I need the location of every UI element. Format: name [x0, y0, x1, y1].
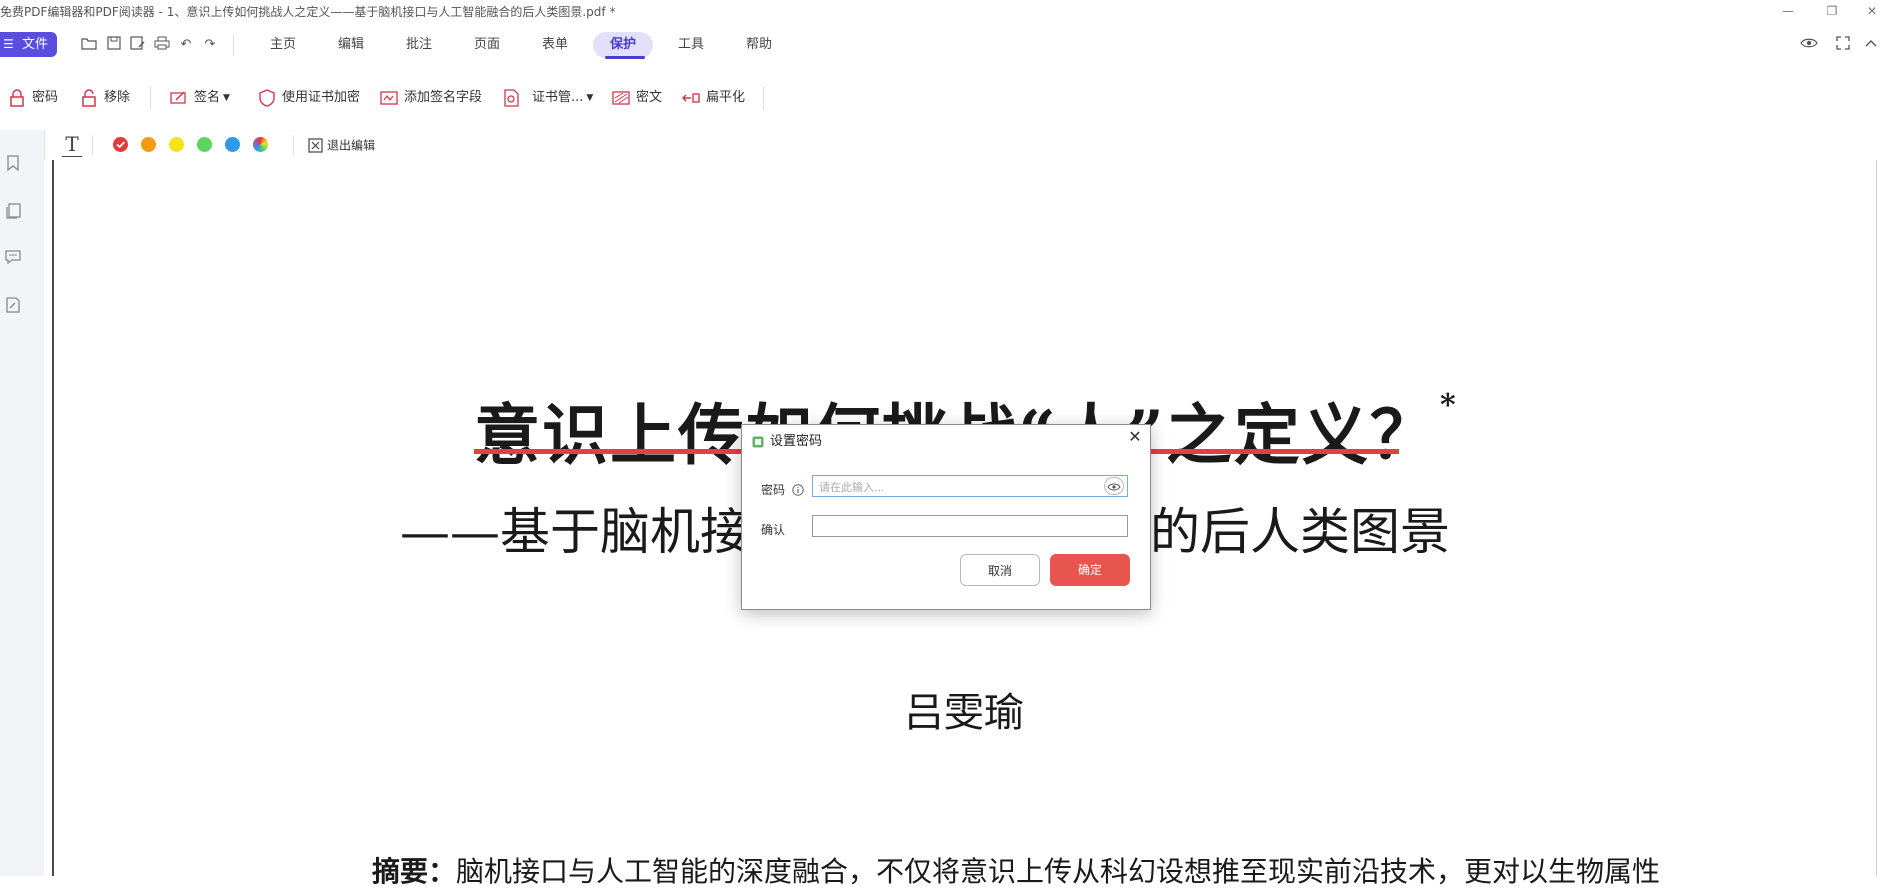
page-edge — [52, 160, 54, 876]
unlock-icon — [82, 89, 96, 107]
print-icon[interactable] — [153, 36, 171, 54]
exit-edit-label: 退出编辑 — [327, 138, 376, 153]
color-picker-icon[interactable] — [253, 137, 268, 152]
active-tab-indicator — [605, 56, 645, 59]
redo-icon[interactable]: ↷ — [201, 36, 219, 54]
collapse-ribbon-icon[interactable] — [1862, 36, 1880, 54]
toolbar-divider — [150, 86, 151, 110]
thumbnails-icon[interactable] — [4, 202, 24, 222]
confirm-field-label: 确认 — [761, 523, 786, 537]
undo-icon[interactable]: ↶ — [177, 36, 195, 54]
dropdown-arrow-icon: ▼ — [586, 93, 594, 103]
remove-security-button[interactable]: 移除 — [80, 88, 130, 108]
cert-manage-button[interactable]: 证书管... ▼ — [502, 88, 593, 108]
sign-label: 签名 — [194, 90, 221, 105]
open-folder-icon[interactable] — [80, 36, 98, 54]
sign-button[interactable]: 签名 ▼ — [170, 88, 230, 108]
color-red-dot[interactable] — [113, 137, 128, 152]
add-sign-field-label: 添加签名字段 — [404, 90, 483, 105]
file-menu-label: 文件 — [22, 37, 49, 52]
password-input-box[interactable] — [812, 475, 1128, 498]
signbar-divider — [92, 135, 93, 155]
cert-encrypt-label: 使用证书加密 — [282, 90, 361, 105]
flatten-label: 扁平化 — [706, 90, 746, 105]
redact-label: 密文 — [636, 90, 663, 105]
tab-edit[interactable]: 编辑 — [332, 32, 370, 58]
protect-toolbar: 密码 移除 签名 ▼ 使用证书加密 添加签名字段 证书管... ▼ 密文 扁平化 — [0, 64, 1880, 131]
tab-page[interactable]: 页面 — [468, 32, 506, 58]
window-title: 免费PDF编辑器和PDF阅读器 - 1、意识上传如何挑战人之定义——基于脑机接口… — [0, 5, 616, 19]
ok-button[interactable]: 确定 — [1050, 554, 1130, 586]
color-yellow-dot[interactable] — [169, 137, 184, 152]
menu-divider — [233, 34, 234, 56]
tab-help[interactable]: 帮助 — [740, 32, 778, 58]
color-blue-dot[interactable] — [225, 137, 240, 152]
confirm-password-input[interactable] — [817, 517, 1121, 537]
tab-tools[interactable]: 工具 — [672, 32, 710, 58]
abstract-text: 脑机接口与人工智能的深度融合，不仅将意识上传从科幻设想推至现实前沿技术，更对以生… — [456, 855, 1661, 888]
shield-icon — [259, 89, 275, 107]
fullscreen-icon[interactable] — [1834, 36, 1852, 54]
dialog-app-icon — [752, 433, 764, 448]
file-menu-button[interactable]: ☰ 文件 — [0, 32, 57, 57]
remove-label: 移除 — [104, 90, 131, 105]
signbar-divider — [293, 135, 294, 155]
color-green-dot[interactable] — [197, 137, 212, 152]
minimize-icon[interactable]: — — [1776, 2, 1800, 20]
read-mode-icon[interactable] — [1800, 36, 1818, 54]
title-bar: 免费PDF编辑器和PDF阅读器 - 1、意识上传如何挑战人之定义——基于脑机接口… — [0, 0, 1880, 22]
redact-button[interactable]: 密文 — [612, 88, 662, 108]
exit-edit-button[interactable]: 退出编辑 — [308, 136, 375, 154]
title-footnote-mark: * — [1440, 388, 1456, 423]
close-icon[interactable]: ✕ — [1860, 2, 1880, 20]
flatten-button[interactable]: 扁平化 — [682, 88, 745, 108]
cancel-button[interactable]: 取消 — [960, 554, 1040, 586]
dialog-title: 设置密码 — [770, 434, 823, 449]
document-abstract: 摘要：脑机接口与人工智能的深度融合，不仅将意识上传从科幻设想推至现实前沿技术，更… — [372, 850, 1660, 890]
menu-bar: ☰ 文件 ↶ ↷ 主页 编辑 批注 页面 表单 保护 工具 帮助 — [0, 22, 1880, 64]
toolbar-divider — [763, 86, 764, 110]
certificate-icon — [504, 89, 519, 107]
text-tool-icon[interactable]: T — [62, 134, 82, 157]
scrollbar-track[interactable] — [1876, 160, 1877, 876]
flatten-icon — [682, 93, 700, 103]
cert-encrypt-button[interactable]: 使用证书加密 — [258, 88, 360, 108]
password-input[interactable] — [817, 477, 1101, 498]
tab-home[interactable]: 主页 — [264, 32, 302, 58]
password-button[interactable]: 密码 — [8, 88, 58, 108]
save-as-icon[interactable] — [129, 36, 147, 54]
bookmark-icon[interactable] — [4, 154, 24, 174]
restore-icon[interactable]: ❐ — [1820, 2, 1844, 20]
tab-protect[interactable]: 保护 — [593, 32, 653, 58]
dropdown-arrow-icon: ▼ — [223, 93, 230, 103]
sign-field-icon — [380, 91, 398, 105]
color-orange-dot[interactable] — [141, 137, 156, 152]
exit-box-icon — [308, 138, 323, 153]
signature-panel-icon[interactable] — [4, 296, 24, 316]
show-password-eye-icon[interactable] — [1104, 477, 1124, 495]
document-author: 吕雯瑜 — [904, 690, 1024, 736]
tab-annotate[interactable]: 批注 — [400, 32, 438, 58]
add-sign-field-button[interactable]: 添加签名字段 — [380, 88, 482, 108]
sign-toolbar: T 退出编辑 — [44, 130, 1880, 161]
pen-sign-icon — [170, 91, 186, 104]
password-label: 密码 — [32, 90, 59, 105]
info-icon[interactable] — [792, 481, 804, 496]
set-password-dialog: 设置密码 ✕ 密码 确认 取消 确定 — [741, 424, 1151, 610]
redact-icon — [612, 91, 630, 105]
tab-form[interactable]: 表单 — [536, 32, 574, 58]
cert-manage-label: 证书管... — [532, 90, 584, 105]
lock-icon — [10, 89, 24, 107]
hamburger-icon: ☰ — [3, 37, 14, 51]
dialog-close-icon[interactable]: ✕ — [1126, 428, 1144, 446]
abstract-label: 摘要： — [372, 855, 457, 888]
left-sidebar — [0, 130, 45, 876]
confirm-input-box[interactable] — [812, 515, 1128, 537]
save-icon[interactable] — [105, 36, 123, 54]
password-field-label: 密码 — [761, 483, 786, 497]
comments-icon[interactable] — [4, 248, 24, 268]
